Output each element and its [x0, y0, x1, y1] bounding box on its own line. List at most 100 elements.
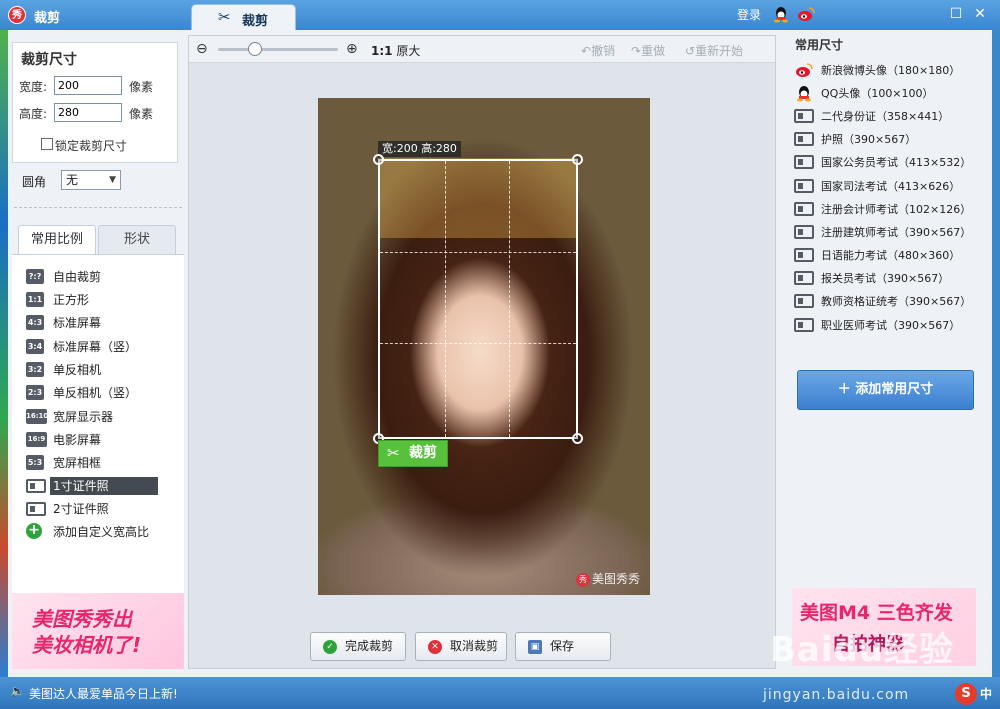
crop-handle-top-right[interactable] [572, 154, 583, 165]
size-label: 国家司法考试（413×626） [821, 180, 961, 193]
size-label: 报关员考试（390×567） [821, 272, 950, 285]
crop-size-panel: 裁剪尺寸 宽度: 像素 高度: 像素 锁定裁剪尺寸 [12, 42, 178, 163]
crop-size-title: 裁剪尺寸 [21, 52, 77, 68]
tab-common-ratio[interactable]: 常用比例 [18, 225, 96, 255]
apply-crop-button[interactable]: ✂ 裁剪 [378, 440, 448, 467]
size-label: QQ头像（100×100） [821, 87, 934, 100]
login-link[interactable]: 登录 [737, 6, 761, 23]
size-item-passport[interactable]: 护照（390×567） [794, 130, 984, 148]
width-input[interactable] [54, 76, 122, 95]
grid-line [380, 343, 576, 345]
finish-crop-button[interactable]: ✓ 完成裁剪 [310, 632, 406, 661]
save-icon: ▣ [528, 640, 542, 654]
add-common-size-button[interactable]: ＋ 添加常用尺寸 [797, 370, 974, 410]
crop-handle-bottom-right[interactable] [572, 433, 583, 444]
tab-shape[interactable]: 形状 [98, 225, 176, 255]
zoom-slider-thumb[interactable] [248, 42, 262, 56]
cancel-crop-button[interactable]: ✕ 取消裁剪 [415, 632, 507, 661]
restart-icon: ↺ [685, 44, 696, 58]
restart-button[interactable]: ↺重新开始 [685, 42, 743, 59]
ime-icon[interactable]: S [955, 683, 977, 705]
size-item-teacher-exam[interactable]: 教师资格证统考（390×567） [794, 292, 984, 310]
crop-handle-top-left[interactable] [373, 154, 384, 165]
ratio-item-2-3[interactable]: 2:3 单反相机（竖） [26, 384, 158, 402]
ratio-label: 单反相机 [53, 363, 102, 377]
crop-box[interactable] [373, 154, 583, 444]
ratio-item-16-9[interactable]: 16:9 电影屏幕 [26, 431, 158, 449]
ratio-item-1-inch-photo[interactable]: 1寸证件照 [26, 477, 158, 495]
size-item-architect-exam[interactable]: 注册建筑师考试（390×567） [794, 223, 984, 241]
height-label: 高度: [19, 107, 48, 121]
redo-button[interactable]: ↷重做 [631, 42, 665, 59]
ime-language[interactable]: 中 [980, 685, 992, 702]
size-item-japanese-exam[interactable]: 日语能力考试（480×360） [794, 246, 984, 264]
size-item-cpa-exam[interactable]: 注册会计师考试（102×126） [794, 200, 984, 218]
ratio-item-3-2[interactable]: 3:2 单反相机 [26, 361, 158, 379]
maximize-button[interactable]: ☐ [946, 4, 966, 24]
height-input[interactable] [54, 103, 122, 122]
ratio-item-16-10[interactable]: 16:10 宽屏显示器 [26, 408, 158, 426]
canvas-area: ⊖ ⊕ 1:1 原大 ↶撤销 ↷重做 ↺重新开始 秀美图秀秀 宽:200 高:2… [188, 35, 776, 669]
undo-icon: ↶ [581, 44, 592, 58]
size-item-qq[interactable]: QQ头像（100×100） [794, 84, 984, 102]
size-item-doctor-exam[interactable]: 职业医师考试（390×567） [794, 316, 984, 334]
zoom-slider[interactable] [218, 48, 338, 51]
photo-watermark: 秀美图秀秀 [575, 570, 640, 587]
lock-size-label[interactable]: 锁定裁剪尺寸 [55, 137, 127, 154]
corner-select[interactable]: 无 ▼ [61, 170, 121, 190]
common-sizes-title: 常用尺寸 [795, 38, 844, 52]
undo-button[interactable]: ↶撤销 [581, 42, 615, 59]
zoom-in-icon[interactable]: ⊕ [346, 41, 358, 57]
ratio-label: 宽屏显示器 [53, 410, 114, 424]
baidu-watermark: Baidu经验 [770, 630, 955, 670]
grid-line [444, 161, 446, 437]
ratio-label: 自由裁剪 [53, 270, 102, 284]
size-item-judicial-exam[interactable]: 国家司法考试（413×626） [794, 177, 984, 195]
cancel-crop-label: 取消裁剪 [450, 639, 499, 653]
lock-size-checkbox[interactable] [41, 138, 53, 150]
promo-line: 美图M4 三色齐发 [800, 602, 953, 624]
size-label: 教师资格证统考（390×567） [821, 295, 972, 308]
desktop-strip-left [0, 30, 8, 677]
ratio-badge: 16:9 [26, 432, 47, 447]
apply-crop-label: 裁剪 [409, 445, 437, 461]
size-item-weibo[interactable]: 新浪微博头像（180×180） [794, 61, 984, 79]
size-item-id-card[interactable]: 二代身份证（358×441） [794, 107, 984, 125]
ratio-label: 添加自定义宽高比 [53, 525, 150, 539]
ratio-item-5-3[interactable]: 5:3 宽屏相框 [26, 454, 158, 472]
actual-size-button[interactable]: 1:1 原大 [371, 42, 420, 59]
weibo-icon[interactable] [797, 5, 815, 23]
width-label: 宽度: [19, 80, 48, 94]
tab-crop-label: 裁剪 [242, 14, 269, 29]
ratio-item-3-4[interactable]: 3:4 标准屏幕（竖） [26, 338, 158, 356]
zoom-out-icon[interactable]: ⊖ [196, 41, 208, 57]
qq-icon[interactable] [773, 5, 789, 23]
add-size-label: 添加常用尺寸 [855, 382, 934, 397]
undo-label: 撤销 [591, 44, 616, 58]
watermark-text: 美图秀秀 [591, 572, 640, 586]
close-button[interactable]: ✕ [970, 4, 990, 24]
ratio-label: 标准屏幕 [53, 316, 102, 330]
id-card-icon [794, 271, 814, 285]
finish-crop-label: 完成裁剪 [345, 639, 394, 653]
promo-banner-left[interactable]: 美图秀秀出 美妆相机了! [12, 593, 184, 669]
ratio-badge: 4:3 [26, 315, 44, 330]
id-card-icon [794, 109, 814, 123]
scissors-icon: ✂ [387, 444, 400, 462]
ratio-item-square[interactable]: 1:1 正方形 [26, 291, 158, 309]
add-custom-ratio[interactable]: + 添加自定义宽高比 [26, 523, 158, 541]
ratio-item-4-3[interactable]: 4:3 标准屏幕 [26, 314, 158, 332]
restart-label: 重新开始 [695, 44, 744, 58]
tab-crop[interactable]: ✂ 裁剪 [191, 4, 296, 30]
ratio-label: 电影屏幕 [53, 433, 102, 447]
ratio-item-2-inch-photo[interactable]: 2寸证件照 [26, 500, 158, 518]
status-message[interactable]: 美图达人最爱单品今日上新! [29, 685, 178, 702]
check-icon: ✓ [323, 640, 337, 654]
ratio-label: 1寸证件照 [50, 477, 158, 495]
ratio-badge: 3:4 [26, 339, 44, 354]
size-item-civil-exam[interactable]: 国家公务员考试（413×532） [794, 153, 984, 171]
ratio-item-free[interactable]: ?:? 自由裁剪 [26, 268, 158, 286]
save-button[interactable]: ▣ 保存 [515, 632, 611, 661]
id-card-icon [794, 179, 814, 193]
size-item-customs-exam[interactable]: 报关员考试（390×567） [794, 269, 984, 287]
